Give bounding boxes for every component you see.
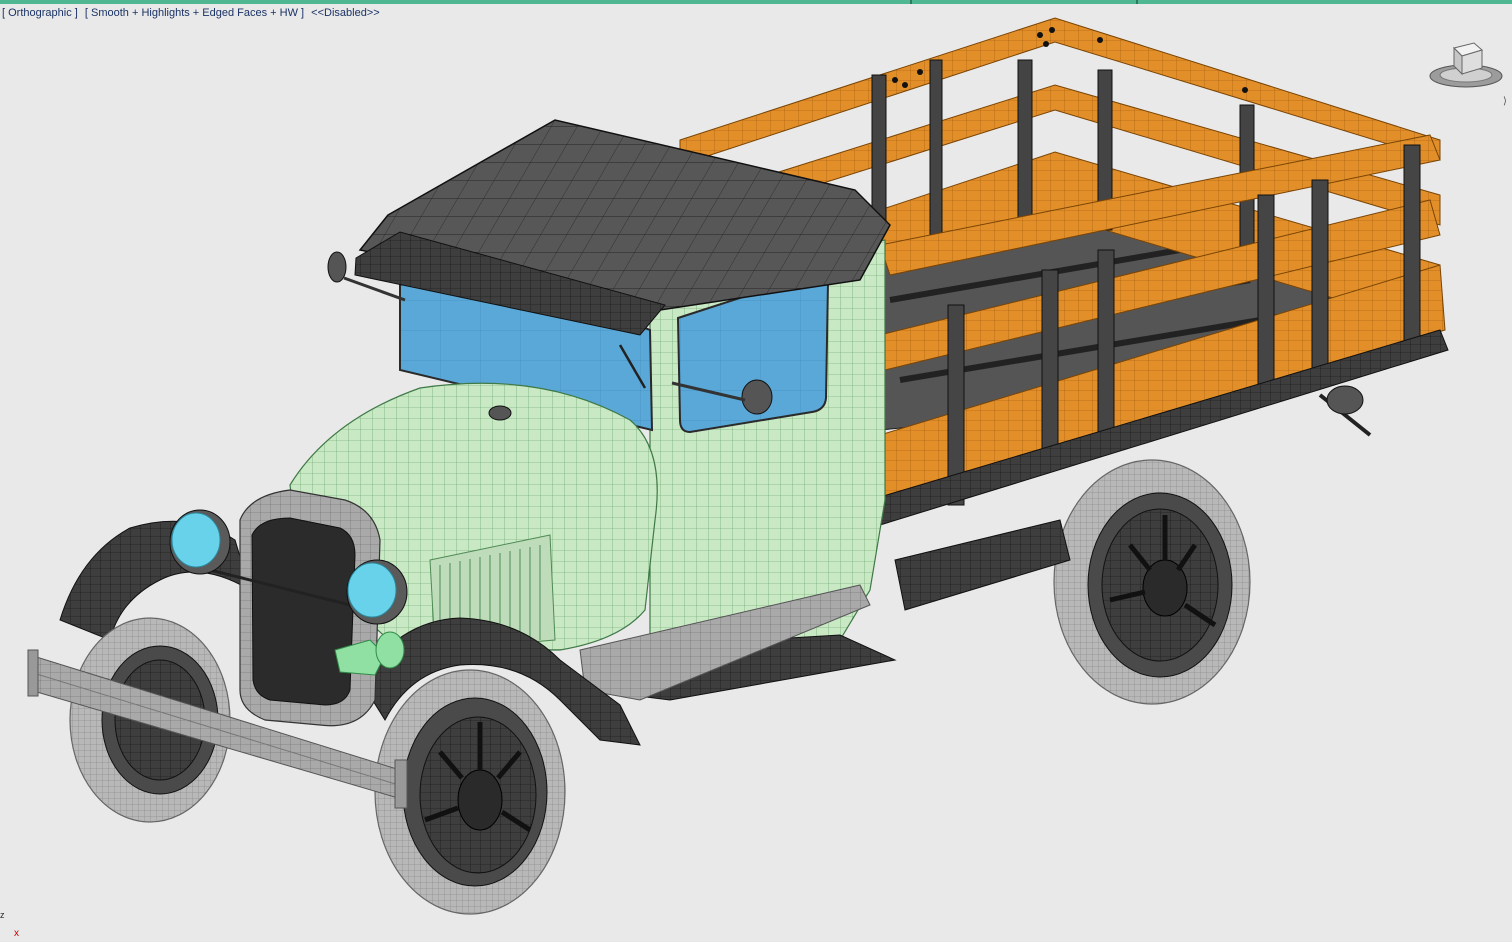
axis-x-label: x bbox=[14, 928, 19, 939]
radiator-grille[interactable] bbox=[251, 517, 356, 706]
radiator-cap[interactable] bbox=[488, 405, 512, 421]
headlamp-left[interactable] bbox=[169, 509, 231, 575]
viewcube-icon[interactable] bbox=[1428, 40, 1504, 90]
viewport-perspective[interactable]: [ Orthographic ] [ Smooth + Highlights +… bbox=[0, 0, 1512, 942]
rear-wheel[interactable] bbox=[1053, 459, 1251, 705]
viewport-edge-marker: ⟩ bbox=[1503, 96, 1507, 107]
axis-z-label: z bbox=[0, 910, 5, 920]
truck-model-render[interactable] bbox=[0, 0, 1512, 942]
headlamp-right[interactable] bbox=[346, 559, 408, 625]
